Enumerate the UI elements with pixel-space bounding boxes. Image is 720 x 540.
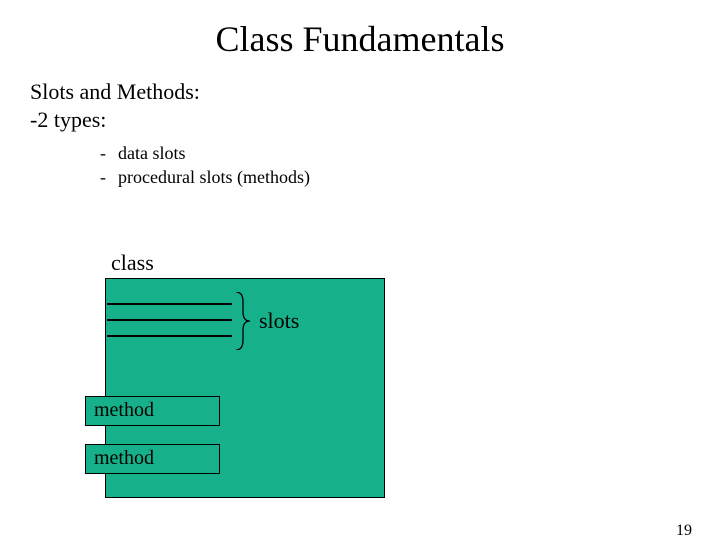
- slot-line: [107, 335, 232, 337]
- bullet-text: procedural slots (methods): [118, 167, 310, 187]
- slots-label: slots: [259, 308, 299, 334]
- slot-line: [107, 319, 232, 321]
- page-number: 19: [676, 522, 692, 540]
- bullet-text: data slots: [118, 143, 186, 163]
- subtitle-line: -2 types:: [30, 106, 720, 134]
- method-box: method: [85, 396, 220, 426]
- class-diagram: class slots method method: [105, 250, 410, 500]
- brace-icon: [235, 292, 251, 350]
- bullet-item: -data slots: [100, 141, 720, 165]
- bullet-item: -procedural slots (methods): [100, 165, 720, 189]
- bullet-list: -data slots -procedural slots (methods): [100, 141, 720, 190]
- page-title: Class Fundamentals: [0, 18, 720, 60]
- method-box: method: [85, 444, 220, 474]
- class-label: class: [111, 250, 410, 276]
- subtitle-line: Slots and Methods:: [30, 78, 720, 106]
- subtitle: Slots and Methods: -2 types:: [30, 78, 720, 133]
- slot-line: [107, 303, 232, 305]
